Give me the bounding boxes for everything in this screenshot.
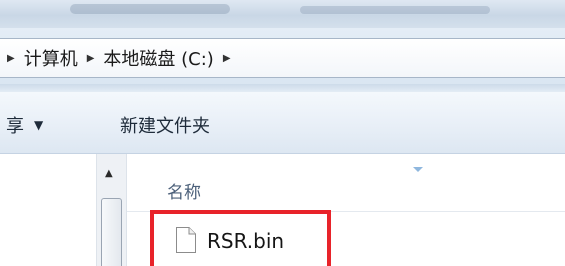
breadcrumb-local-disk-c[interactable]: 本地磁盘 (C:) [103,45,213,71]
scroll-up-arrow-icon[interactable]: ▲ [105,168,113,179]
title-bar-blur [300,6,490,14]
address-bar[interactable]: ▶ 计算机 ▶ 本地磁盘 (C:) ▶ [0,38,565,78]
share-button-label: 享 [6,116,24,137]
address-bar-divider [0,84,565,92]
new-folder-button[interactable]: 新建文件夹 [120,112,210,138]
title-bar-blur [70,4,230,14]
highlight-annotation-box [150,210,331,266]
sort-indicator-icon [413,167,423,172]
column-header-name[interactable]: 名称 [167,178,201,203]
breadcrumb-separator-icon[interactable]: ▶ [223,53,231,64]
scrollbar-thumb[interactable] [101,198,122,266]
window-title-bar [0,0,565,28]
breadcrumb-separator-icon[interactable]: ▶ [87,53,95,64]
column-header-bar: 名称 [127,154,565,212]
chevron-down-icon: ▼ [34,118,44,132]
command-toolbar: 享 ▼ 新建文件夹 [0,92,565,154]
navigation-pane [0,154,96,266]
address-area: ▶ 计算机 ▶ 本地磁盘 (C:) ▶ [0,28,565,88]
navigation-scrollbar[interactable]: ▲ [96,154,127,266]
breadcrumb-separator-icon[interactable]: ▶ [7,53,15,64]
new-folder-button-label: 新建文件夹 [120,116,210,137]
share-button[interactable]: 享 ▼ [6,112,43,138]
breadcrumb-computer[interactable]: 计算机 [24,45,78,71]
explorer-window: ▶ 计算机 ▶ 本地磁盘 (C:) ▶ 享 ▼ 新建文件夹 ▲ 名称 RSR.b… [0,0,565,266]
